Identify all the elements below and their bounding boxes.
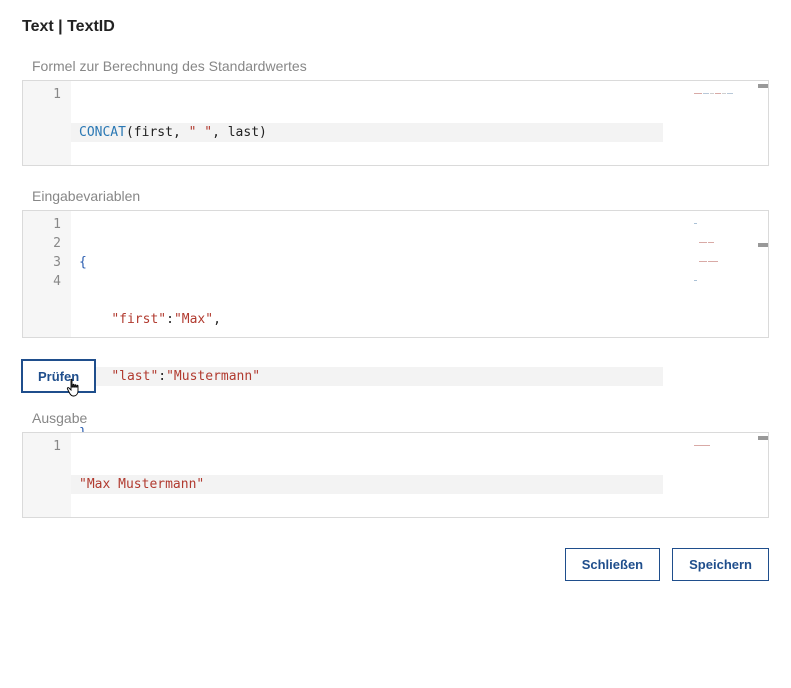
output-code-area[interactable]: "Max Mustermann" [71, 433, 768, 517]
line-number: 3 [31, 253, 61, 272]
line-number: 1 [31, 85, 61, 104]
vars-code-area[interactable]: { "first":"Max", "last":"Mustermann" } [71, 211, 768, 337]
line-number: 1 [31, 215, 61, 234]
close-button[interactable]: Schließen [565, 548, 660, 581]
code-line: "Max Mustermann" [71, 475, 663, 494]
vars-section-label: Eingabevariablen [32, 188, 769, 204]
formula-section-label: Formel zur Berechnung des Standardwertes [32, 58, 769, 74]
output-gutter: 1 [23, 433, 71, 517]
line-number: 4 [31, 272, 61, 291]
output-editor[interactable]: 1 "Max Mustermann" [22, 432, 769, 518]
formula-editor[interactable]: 1 CONCAT(first, " ", last) [22, 80, 769, 166]
editor-scroll-thumb[interactable] [758, 84, 768, 88]
editor-scroll-thumb[interactable] [758, 436, 768, 440]
vars-editor[interactable]: 1 2 3 4 { "first":"Max", "last":"Musterm… [22, 210, 769, 338]
vars-gutter: 1 2 3 4 [23, 211, 71, 337]
line-number: 2 [31, 234, 61, 253]
page-title: Text | TextID [22, 18, 769, 36]
formula-code-area[interactable]: CONCAT(first, " ", last) [71, 81, 768, 165]
save-button[interactable]: Speichern [672, 548, 769, 581]
footer-buttons: Schließen Speichern [22, 548, 769, 581]
code-line: "last":"Mustermann" [71, 367, 663, 386]
code-line: CONCAT(first, " ", last) [71, 123, 663, 142]
line-number: 1 [31, 437, 61, 456]
code-line: { [79, 253, 760, 272]
code-line: "first":"Max", [79, 310, 760, 329]
check-button[interactable]: Prüfen [22, 360, 95, 392]
editor-scroll-thumb[interactable] [758, 243, 768, 247]
formula-gutter: 1 [23, 81, 71, 165]
